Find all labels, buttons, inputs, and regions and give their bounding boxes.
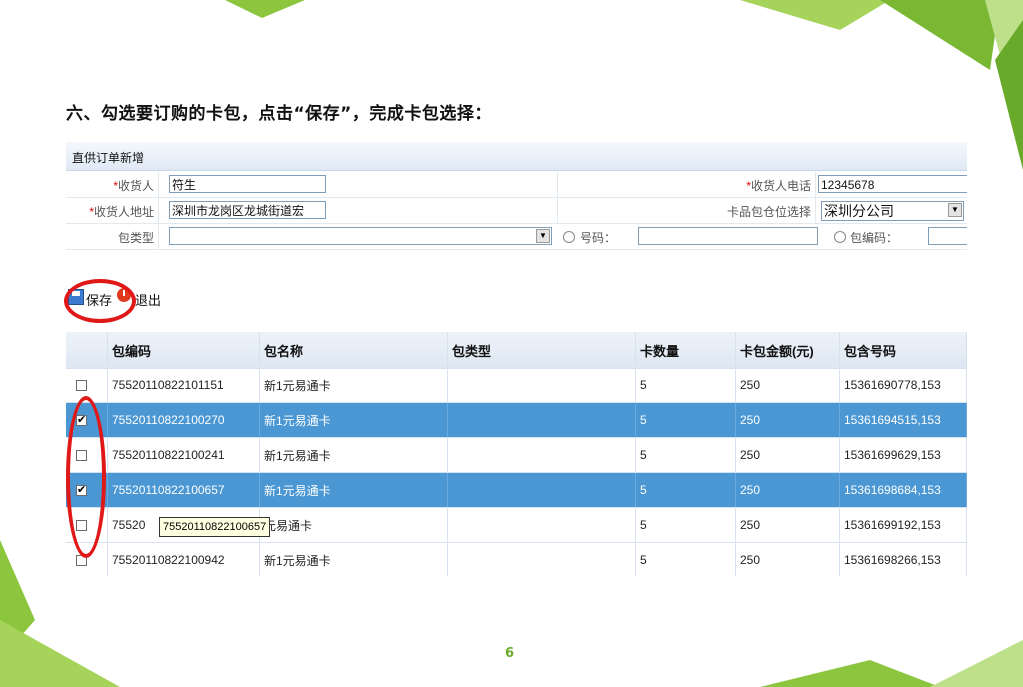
package-name-cell: 新1元易通卡 [260,368,448,402]
window-title: 直供订单新增 [72,151,145,165]
package-amount-cell: 250 [736,403,840,437]
page-number: 6 [505,646,515,661]
form-row-receiver: *收货人 符生 *收货人电话 12345678 [66,172,967,198]
package-amount-cell: 250 [736,543,840,576]
table-row[interactable]: 75520110822100241 新1元易通卡 5 250 15361699629,1… [66,438,967,473]
phone-label: *收货人电话 [746,179,811,193]
package-type-cell [448,438,636,472]
package-code-radio[interactable] [834,231,846,243]
address-input[interactable]: 深圳市龙岗区龙城街道宏 [169,201,326,219]
address-label: *收货人地址 [89,205,154,219]
toolbar: 保存 退出 [66,272,967,316]
row-checkbox[interactable] [76,379,87,391]
package-type-cell [448,473,636,507]
package-name-cell: 新1元易通卡 [260,438,448,472]
warehouse-select[interactable]: 深圳分公司 ▼ [821,201,964,221]
column-header[interactable]: 包含号码 [840,332,967,368]
card-count-cell: 5 [636,438,736,472]
table-row[interactable]: 75520110822100657新1元易通卡 525015361698684,1… [66,473,967,508]
form-row-package-type: 包类型 ▼ 号码： 包编码： [66,224,967,250]
package-name-cell: 新1元易通卡 [260,473,448,507]
phone-input[interactable]: 12345678 [818,175,967,193]
instruction-heading: 六、勾选要订购的卡包，点击“保存”，完成卡包选择： [66,104,492,124]
package-code-cell: 75520110822100241 [108,438,260,472]
receiver-label: *收货人 [113,179,154,193]
package-code-cell: 75520110822101151 [108,368,260,402]
column-header[interactable]: 卡数量 [636,332,736,368]
package-type-cell [448,508,636,542]
package-type-cell [448,403,636,437]
chevron-down-icon[interactable]: ▼ [948,203,962,217]
number-radio[interactable] [563,231,575,243]
card-count-cell: 5 [636,473,736,507]
package-code-cell: 75520110822100657 [108,473,260,507]
receiver-input[interactable]: 符生 [169,175,326,193]
package-amount-cell: 250 [736,368,840,402]
card-count-cell: 5 [636,543,736,576]
package-name-cell: 新1元易通卡 [260,543,448,576]
exit-button[interactable]: 退出 [135,290,161,309]
card-count-cell: 5 [636,508,736,542]
checkbox-highlight-ring [66,396,106,558]
warehouse-label: 卡品包仓位选择 [726,205,811,219]
column-header[interactable]: 包类型 [448,332,636,368]
package-code-input[interactable] [928,227,967,245]
table-row[interactable]: 75520110822100942 新1元易通卡 5 250 15361698266,1… [66,543,967,576]
form-row-address: *收货人地址 深圳市龙岗区龙城街道宏 卡品包仓位选择 深圳分公司 ▼ [66,198,967,224]
column-header[interactable]: 包名称 [260,332,448,368]
package-amount-cell: 250 [736,473,840,507]
save-highlight-ring [64,279,136,323]
cell-tooltip: 75520110822100657 [159,517,271,537]
number-label: 号码： [580,231,617,245]
column-header[interactable]: 包编码 [108,332,260,368]
package-amount-cell: 250 [736,438,840,472]
package-code-cell: 75520110822100942 [108,543,260,576]
number-input[interactable] [638,227,818,245]
numbers-cell: 15361699192,153 [840,508,967,542]
table-row[interactable]: 75520110822100270新1元易通卡 525015361694515,1… [66,403,967,438]
column-header[interactable]: 卡包金额(元) [736,332,840,368]
header-checkbox-cell [66,332,108,368]
package-name-cell: 新1元易通卡 [260,403,448,437]
window-titlebar: 直供订单新增 [66,142,967,171]
package-type-label: 包类型 [117,231,154,245]
numbers-cell: 15361698266,153 [840,543,967,576]
package-type-cell [448,368,636,402]
card-count-cell: 5 [636,403,736,437]
numbers-cell: 15361698684,153 [840,473,967,507]
package-type-cell [448,543,636,576]
package-type-select[interactable]: ▼ [169,227,552,245]
numbers-cell: 15361699629,153 [840,438,967,472]
chevron-down-icon[interactable]: ▼ [536,229,550,243]
order-window: 直供订单新增 *收货人 符生 *收货人电话 12345678 *收货人地址 深圳… [66,142,967,576]
table-header: 包编码 包名称 包类型 卡数量 卡包金额(元) 包含号码 [66,332,967,369]
package-code-label: 包编码： [850,231,899,245]
table-row[interactable]: 75520110822101151 新1元易通卡 5 250 15361690778,1… [66,368,967,403]
numbers-cell: 15361694515,153 [840,403,967,437]
package-name-cell: 元易通卡 [260,508,448,542]
card-count-cell: 5 [636,368,736,402]
package-code-cell: 75520110822100270 [108,403,260,437]
package-amount-cell: 250 [736,508,840,542]
numbers-cell: 15361690778,153 [840,368,967,402]
